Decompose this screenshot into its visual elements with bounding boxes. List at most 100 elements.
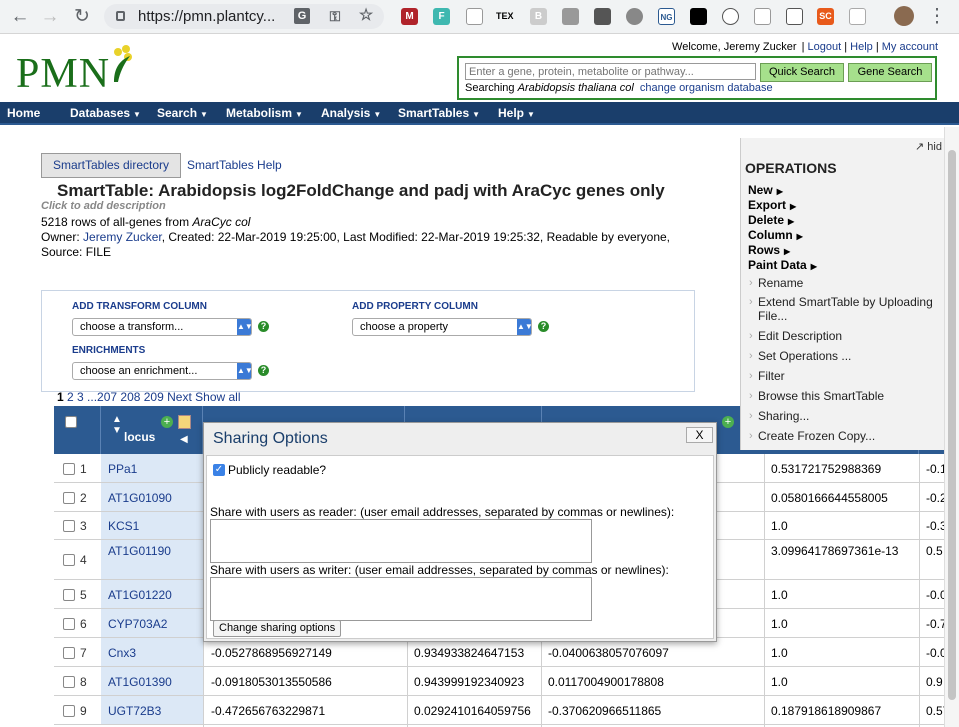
row-checkbox[interactable]	[63, 589, 75, 601]
locus-link[interactable]: AT1G01090	[108, 491, 172, 505]
locus-link[interactable]: AT1G01220	[108, 588, 172, 602]
show-all-link[interactable]: Show all	[195, 390, 240, 404]
extension-f-icon[interactable]: F	[433, 8, 450, 25]
reader-label: Share with users as reader: (user email …	[210, 505, 675, 519]
key-icon[interactable]: ⚿	[327, 8, 343, 24]
row-checkbox[interactable]	[63, 520, 75, 532]
property-select[interactable]: choose a property ▲▼	[352, 318, 533, 336]
pmn-logo[interactable]: PMN	[16, 50, 110, 98]
star-icon[interactable]: ☆	[358, 8, 374, 24]
transform-select[interactable]: choose a transform... ▲▼	[72, 318, 253, 336]
publicly-readable-checkbox[interactable]: ✓	[213, 464, 225, 476]
ops-item[interactable]: Filter	[749, 369, 949, 383]
nav-databases[interactable]: Databases ▼	[70, 106, 141, 120]
extension-shield-icon[interactable]	[594, 8, 611, 25]
help-icon[interactable]: ?	[538, 321, 549, 332]
ops-menu-export[interactable]: Export ▶	[748, 198, 796, 212]
next-page-link[interactable]: Next	[167, 390, 192, 404]
ops-item[interactable]: Edit Description	[749, 329, 949, 343]
smarttables-help-link[interactable]: SmartTables Help	[187, 158, 282, 172]
help-link[interactable]: Help	[850, 41, 873, 53]
ops-menu-column[interactable]: Column ▶	[748, 228, 803, 242]
forward-icon[interactable]: →	[38, 5, 62, 29]
nav-metabolism[interactable]: Metabolism ▼	[226, 106, 303, 120]
ops-item[interactable]: Browse this SmartTable	[749, 389, 949, 403]
owner-link[interactable]: Jeremy Zucker	[83, 230, 162, 244]
locus-link[interactable]: PPa1	[108, 462, 137, 476]
translate-icon[interactable]: G	[294, 8, 310, 24]
logout-link[interactable]: Logout	[808, 41, 842, 53]
row-checkbox[interactable]	[63, 647, 75, 659]
locus-header[interactable]: locus	[124, 430, 155, 444]
help-icon[interactable]: ?	[258, 365, 269, 376]
locus-link[interactable]: CYP703A2	[108, 617, 167, 631]
nav-analysis[interactable]: Analysis ▼	[321, 106, 381, 120]
extension-shield2-icon[interactable]	[849, 8, 866, 25]
reader-textarea[interactable]	[210, 519, 592, 563]
extension-b-icon[interactable]: B	[530, 8, 547, 25]
search-input[interactable]	[465, 63, 756, 80]
profile-avatar[interactable]	[894, 6, 914, 26]
collapse-icon[interactable]: ◀	[180, 434, 188, 445]
close-button[interactable]: X	[686, 427, 713, 443]
extension-circle-icon[interactable]	[626, 8, 643, 25]
ops-item[interactable]: Sharing...	[749, 409, 949, 423]
ops-menu-paint-data[interactable]: Paint Data ▶	[748, 258, 817, 272]
select-all-checkbox[interactable]	[65, 416, 77, 428]
row-checkbox[interactable]	[63, 705, 75, 717]
extension-mendeley-icon[interactable]: M	[401, 8, 418, 25]
edit-icon[interactable]	[178, 415, 191, 429]
row-checkbox[interactable]	[63, 618, 75, 630]
change-organism-link[interactable]: change organism database	[640, 82, 773, 94]
extension-lock-icon[interactable]	[690, 8, 707, 25]
reload-icon[interactable]: ↻	[70, 5, 94, 29]
extension-dots-icon[interactable]	[722, 8, 739, 25]
hide-panel-link[interactable]: ↗ hid	[915, 140, 942, 153]
locus-link[interactable]: Cnx3	[108, 646, 136, 660]
row-checkbox[interactable]	[63, 492, 75, 504]
nav-smarttables[interactable]: SmartTables ▼	[398, 106, 480, 120]
scrollbar-thumb[interactable]	[948, 150, 956, 700]
locus-link[interactable]: AT1G01190	[108, 544, 171, 558]
sort-icon[interactable]: ▲ ▼	[112, 414, 122, 436]
writer-textarea[interactable]	[210, 577, 592, 621]
nav-help[interactable]: Help ▼	[498, 106, 535, 120]
extension-doc-icon[interactable]	[466, 8, 483, 25]
extension-ng-icon[interactable]: NG	[658, 8, 675, 25]
help-icon[interactable]: ?	[258, 321, 269, 332]
nav-home[interactable]: Home	[7, 106, 40, 120]
extension-tex-icon[interactable]: TEX	[496, 8, 514, 25]
row-checkbox[interactable]	[63, 676, 75, 688]
add-column-icon[interactable]: +	[722, 416, 734, 428]
gene-search-button[interactable]: Gene Search	[848, 63, 932, 82]
back-icon[interactable]: ←	[8, 5, 32, 29]
table-cell: -0.0918053013550586	[211, 675, 332, 689]
nav-search[interactable]: Search ▼	[157, 106, 208, 120]
menu-kebab-icon[interactable]: ⋮	[925, 5, 949, 29]
locus-link[interactable]: UGT72B3	[108, 704, 161, 718]
add-description-link[interactable]: Click to add description	[41, 200, 166, 212]
my-account-link[interactable]: My account	[882, 41, 938, 53]
ops-menu-new[interactable]: New ▶	[748, 183, 783, 197]
user-links: Welcome, Jeremy Zucker | Logout | Help |…	[672, 41, 938, 53]
smarttables-directory-button[interactable]: SmartTables directory	[41, 153, 181, 178]
row-checkbox[interactable]	[63, 554, 75, 566]
row-checkbox[interactable]	[63, 463, 75, 475]
extension-sc-icon[interactable]: SC	[817, 8, 834, 25]
quick-search-button[interactable]: Quick Search	[760, 63, 844, 82]
enrichment-select[interactable]: choose an enrichment... ▲▼	[72, 362, 253, 380]
ops-item[interactable]: Set Operations ...	[749, 349, 949, 363]
extension-screen-icon[interactable]	[754, 8, 771, 25]
ops-item[interactable]: Create Frozen Copy...	[749, 429, 949, 443]
extension-badge-icon[interactable]	[786, 8, 803, 25]
change-sharing-button[interactable]: Change sharing options	[213, 620, 342, 637]
ops-item[interactable]: Extend SmartTable by Uploading File...	[749, 295, 949, 323]
ops-menu-delete[interactable]: Delete ▶	[748, 213, 794, 227]
add-column-icon[interactable]: +	[161, 416, 173, 428]
page-links[interactable]: 2 3 ...207 208 209	[67, 390, 164, 404]
locus-link[interactable]: KCS1	[108, 519, 139, 533]
ops-menu-rows[interactable]: Rows ▶	[748, 243, 790, 257]
ops-item[interactable]: Rename	[749, 276, 949, 290]
locus-link[interactable]: AT1G01390	[108, 675, 172, 689]
extension-gray-icon[interactable]	[562, 8, 579, 25]
